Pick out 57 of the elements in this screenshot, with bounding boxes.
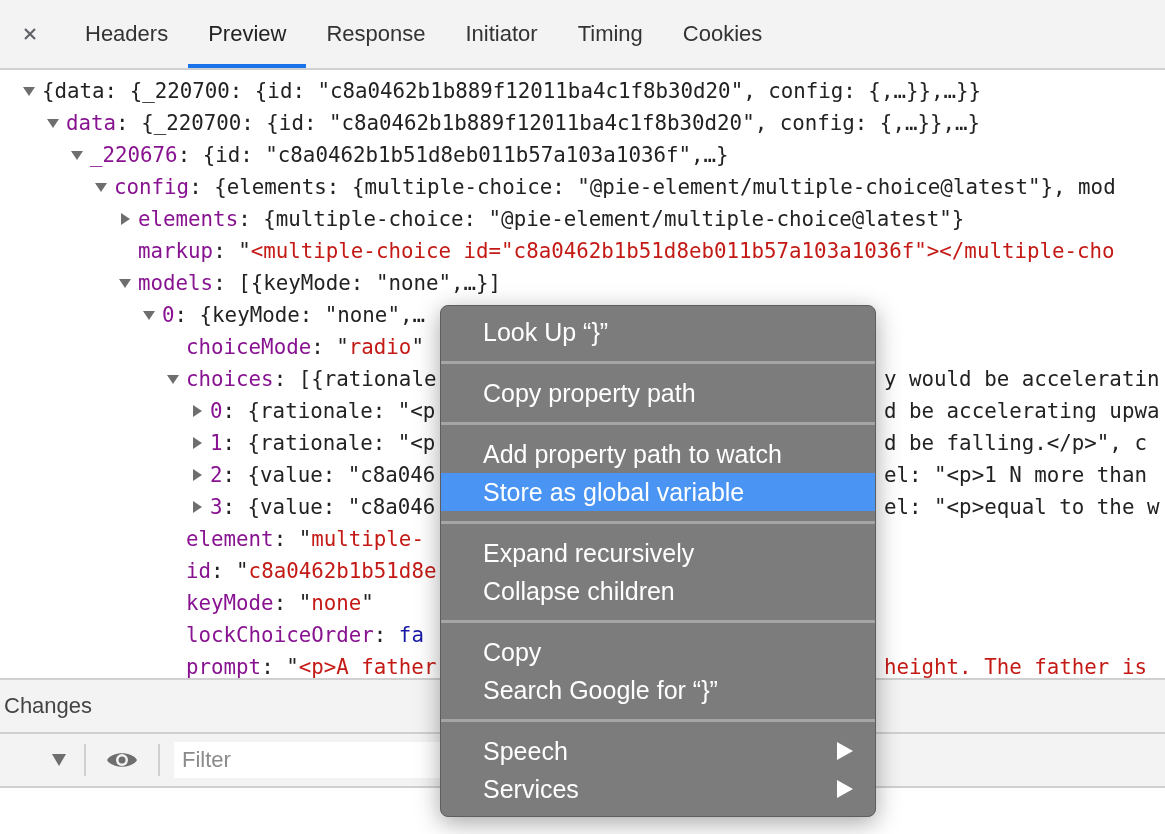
collapsed-arrow-icon[interactable] — [118, 212, 132, 226]
property-line: models: [{keyMode: "none",…}] — [138, 271, 502, 295]
property-line: id: "c8a0462b1b51d8e — [186, 559, 437, 583]
expanded-arrow-icon[interactable] — [94, 180, 108, 194]
property-line: 2: {value: "c8a046 — [210, 463, 436, 487]
property-line: {data: {_220700: {id: "c8a0462b1b889f12011ba4c1f8b30d20", config: {,…}},…}} — [42, 79, 982, 103]
menu-item[interactable]: Copy — [441, 633, 875, 671]
property-line: data: {_220700: {id: "c8a0462b1b889f12011ba4c1f8b30d20", config: {,…}},…} — [66, 111, 981, 135]
tab[interactable]: Preview — [188, 0, 307, 68]
submenu-arrow-icon — [837, 780, 853, 798]
expanded-arrow-icon[interactable] — [166, 372, 180, 386]
collapsed-arrow-icon[interactable] — [190, 436, 204, 450]
menu-item[interactable]: Search Google for “}” — [441, 671, 875, 709]
property-line: height. The father is — [884, 655, 1147, 679]
property-line: choiceMode: "radio" — [186, 335, 424, 359]
tab[interactable]: Cookies — [662, 0, 783, 68]
menu-item[interactable]: Look Up “}” — [441, 313, 875, 351]
menu-item[interactable]: Copy property path — [441, 374, 875, 412]
property-line: d be falling.</p>", c — [884, 431, 1147, 455]
menu-item[interactable]: Store as global variable — [441, 473, 875, 511]
property-line: prompt: "<p>A father — [186, 655, 437, 679]
menu-item[interactable]: Add property path to watch — [441, 435, 875, 473]
property-line: lockChoiceOrder: fa — [186, 623, 424, 647]
property-line: 3: {value: "c8a046 — [210, 495, 436, 519]
property-line: el: "<p>1 N more than — [884, 463, 1147, 487]
property-line: markup: "<multiple-choice id="c8a0462b1b51d8eb011b57a103a1036f"></multiple-cho — [138, 239, 1115, 263]
expanded-arrow-icon[interactable] — [142, 308, 156, 322]
property-line: d be accelerating upwa — [884, 399, 1160, 423]
submenu-arrow-icon — [837, 742, 853, 760]
expanded-arrow-icon[interactable] — [118, 276, 132, 290]
tab[interactable]: Timing — [557, 0, 663, 68]
eye-icon[interactable] — [106, 750, 138, 770]
property-line: 1: {rationale: "<p — [210, 431, 436, 455]
property-line: keyMode: "none" — [186, 591, 374, 615]
property-line: el: "<p>equal to the w — [884, 495, 1160, 519]
menu-item[interactable]: Collapse children — [441, 572, 875, 610]
tab[interactable]: Headers — [65, 0, 189, 68]
property-line: 0: {keyMode: "none",… — [162, 303, 425, 327]
dropdown-caret-icon[interactable] — [52, 754, 66, 766]
panel-title: Changes — [4, 693, 93, 719]
property-line: 0: {rationale: "<p — [210, 399, 436, 423]
collapsed-arrow-icon[interactable] — [190, 468, 204, 482]
property-line: _220676: {id: "c8a0462b1b51d8eb011b57a103a1036f",…} — [90, 143, 729, 167]
tab[interactable]: Response — [306, 0, 446, 68]
property-line: config: {elements: {multiple-choice: "@pie-element/multiple-choice@latest"}, mod — [114, 175, 1116, 199]
property-line: elements: {multiple-choice: "@pie-element/multiple-choice@latest"} — [138, 207, 965, 231]
expanded-arrow-icon[interactable] — [46, 116, 60, 130]
property-line: element: "multiple- — [186, 527, 424, 551]
collapsed-arrow-icon[interactable] — [190, 404, 204, 418]
close-icon[interactable] — [23, 27, 37, 41]
menu-item[interactable]: Expand recursively — [441, 534, 875, 572]
tab[interactable]: Initiator — [445, 0, 558, 68]
property-line: choices: [{rationale — [186, 367, 437, 391]
expanded-arrow-icon[interactable] — [22, 84, 36, 98]
property-line: y would be acceleratin — [884, 367, 1160, 391]
collapsed-arrow-icon[interactable] — [190, 500, 204, 514]
expanded-arrow-icon[interactable] — [70, 148, 84, 162]
